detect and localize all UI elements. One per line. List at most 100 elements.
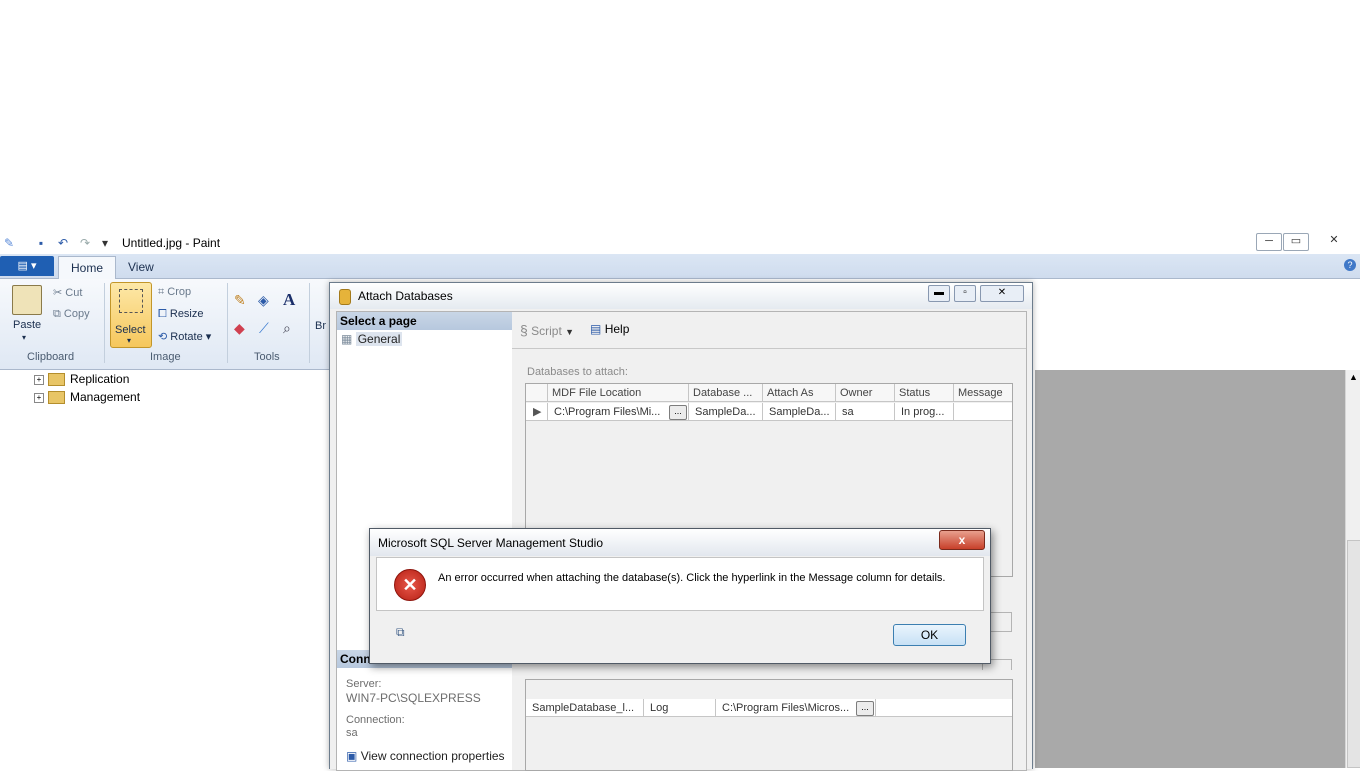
table-cell[interactable]: In prog... [895, 403, 954, 421]
dialog-toolbar: § Script ▼ ▤ Help [512, 312, 1026, 349]
table-cell[interactable]: sa [836, 403, 895, 421]
message-box-title-bar: Microsoft SQL Server Management Studio x [370, 529, 990, 556]
help-book-icon: ▤ [590, 322, 602, 336]
rotate-icon: ⟲ [158, 331, 168, 343]
paint-app-icon: ✎ [3, 236, 15, 250]
row-selector-icon[interactable]: ▶ [526, 403, 548, 421]
crop-button[interactable]: ⌗ Crop [158, 286, 191, 299]
message-box-title: Microsoft SQL Server Management Studio [378, 536, 603, 550]
connection-value: sa [346, 727, 358, 739]
paste-icon[interactable] [12, 285, 42, 315]
table-cell[interactable]: C:\Program Files\Mi... [548, 403, 689, 421]
folder-icon [48, 373, 65, 387]
table-cell[interactable]: SampleDa... [763, 403, 836, 421]
browse-button[interactable]: ... [669, 405, 687, 420]
close-button[interactable]: ✕ [1322, 233, 1346, 249]
grid-header[interactable]: MDF File Location [548, 384, 689, 402]
table-cell[interactable]: SampleDatabase_l... [526, 699, 644, 717]
select-page-header: Select a page [337, 312, 513, 330]
expand-icon[interactable]: + [34, 374, 44, 385]
image-group-label: Image [150, 351, 181, 363]
minimize-button[interactable]: ▬ [928, 285, 950, 302]
attach-dialog-title-bar: Attach Databases ▬ ▫ ✕ [330, 283, 1032, 309]
maximize-button[interactable]: ▫ [954, 285, 976, 302]
copy-icon: ⧉ [53, 308, 61, 320]
vertical-scrollbar[interactable]: ▲ [1345, 370, 1360, 768]
attach-dialog-title: Attach Databases [358, 289, 453, 303]
separator [104, 283, 105, 363]
grid-header[interactable]: Owner [836, 384, 895, 402]
tab-view[interactable]: View [116, 256, 166, 278]
help-icon[interactable]: ? [1344, 259, 1356, 271]
tree-item-management[interactable]: + Management [34, 390, 140, 405]
paint-title-bar: ✎ ▪ ↶ ↷ ▾ Untitled.jpg - Paint [0, 232, 1360, 254]
server-label: Server: [346, 678, 382, 690]
help-button[interactable]: ▤ Help [590, 322, 629, 336]
app-menu-button[interactable]: ▤ ▾ [0, 256, 54, 276]
connection-properties-icon: ▣ [346, 749, 358, 763]
cut-button[interactable]: ✂ Cut [53, 286, 82, 299]
folder-icon [48, 391, 65, 405]
scroll-up-icon[interactable]: ▲ [1349, 372, 1358, 382]
error-message: An error occurred when attaching the dat… [438, 572, 946, 584]
magnifier-icon[interactable]: ⌕ [283, 320, 291, 337]
grid-header[interactable]: Attach As [763, 384, 836, 402]
database-icon [339, 289, 351, 305]
tree-item-replication[interactable]: + Replication [34, 372, 129, 387]
scissors-icon: ✂ [53, 287, 63, 299]
redo-icon[interactable]: ↷ [78, 236, 92, 250]
maximize-button[interactable]: ▭ [1283, 233, 1309, 251]
copy-button[interactable]: ⧉ Copy [53, 308, 90, 321]
table-cell[interactable]: Log [644, 699, 716, 717]
database-details-grid: SampleDatabase_l... Log C:\Program Files… [525, 679, 1013, 771]
attach-databases-dialog: Attach Databases ▬ ▫ ✕ Select a page ▦ G… [329, 282, 1033, 771]
paste-dropdown-icon[interactable]: ▾ [22, 333, 26, 342]
databases-to-attach-label: Databases to attach: [527, 366, 628, 378]
ok-button[interactable]: OK [893, 624, 966, 646]
grid-header[interactable]: Message [954, 384, 1012, 402]
brushes-button[interactable]: Br [315, 320, 326, 332]
grid-header[interactable]: Status [895, 384, 954, 402]
scroll-thumb[interactable] [1347, 540, 1360, 768]
fill-icon[interactable]: ◈ [258, 292, 269, 309]
ribbon-tabs: ▤ ▾ Home View ? [0, 254, 1360, 279]
script-button[interactable]: § Script ▼ [520, 322, 574, 338]
undo-icon[interactable]: ↶ [56, 236, 70, 250]
table-cell[interactable]: SampleDa... [689, 403, 763, 421]
grid-header-rowselector [526, 384, 548, 402]
error-message-box: Microsoft SQL Server Management Studio x… [369, 528, 991, 664]
copy-message-icon[interactable]: ⧉ [396, 625, 405, 640]
rotate-button[interactable]: ⟲ Rotate ▾ [158, 330, 211, 343]
error-icon: ✕ [394, 569, 426, 601]
view-connection-properties-link[interactable]: ▣ View connection properties [346, 749, 505, 763]
resize-icon: ⧠ [158, 308, 167, 320]
eraser-icon[interactable]: ◆ [234, 320, 245, 337]
color-picker-icon[interactable]: ⟋ [259, 320, 269, 337]
pencil-icon[interactable]: ✎ [234, 292, 246, 309]
grid-header[interactable]: Database ... [689, 384, 763, 402]
server-value: WIN7-PC\SQLEXPRESS [346, 691, 481, 705]
crop-icon: ⌗ [158, 286, 165, 298]
paste-button[interactable]: Paste [13, 319, 41, 331]
table-cell[interactable]: C:\Program Files\Micros... [716, 699, 876, 717]
close-button[interactable]: x [939, 530, 985, 550]
window-title: Untitled.jpg - Paint [122, 236, 221, 250]
script-icon: § [520, 322, 528, 338]
close-button[interactable]: ✕ [980, 285, 1024, 302]
customize-qat-icon[interactable]: ▾ [98, 236, 112, 250]
minimize-button[interactable]: ─ [1256, 233, 1282, 251]
expand-icon[interactable]: + [34, 392, 44, 403]
text-tool-icon[interactable]: A [283, 290, 295, 310]
save-icon[interactable]: ▪ [34, 236, 48, 250]
message-body: ✕ An error occurred when attaching the d… [376, 557, 984, 611]
separator [309, 283, 310, 363]
select-button[interactable]: Select ▾ [110, 282, 152, 348]
resize-button[interactable]: ⧠ Resize [158, 308, 204, 321]
tab-home[interactable]: Home [58, 256, 117, 279]
page-general[interactable]: ▦ General [341, 332, 403, 346]
page-icon: ▦ [341, 332, 353, 346]
chevron-down-icon[interactable]: ▼ [565, 327, 574, 337]
ribbon: Paste ▾ ✂ Cut ⧉ Copy Clipboard Select ▾ … [0, 279, 330, 370]
browse-button[interactable]: ... [856, 701, 874, 716]
table-cell[interactable] [954, 403, 1012, 421]
